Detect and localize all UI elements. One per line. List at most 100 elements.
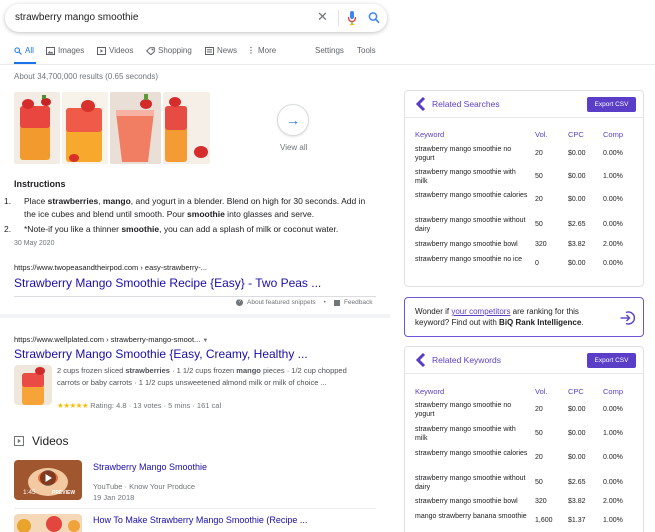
tab-tools[interactable]: Tools bbox=[357, 46, 376, 55]
video-thumbnail[interactable]: 1:45 PREVIEW bbox=[14, 460, 82, 500]
volume-cell: 320 bbox=[535, 241, 547, 248]
volume-cell: 320 bbox=[535, 498, 547, 505]
divider bbox=[0, 64, 655, 65]
feedback-link[interactable]: Feedback bbox=[344, 299, 373, 306]
tab-images[interactable]: Images bbox=[46, 46, 84, 55]
videos-heading: Videos bbox=[14, 434, 68, 448]
keyword-link[interactable]: mango strawberry banana smoothie bbox=[415, 513, 530, 522]
divider bbox=[405, 373, 643, 374]
tab-all[interactable]: All bbox=[14, 46, 34, 55]
volume-cell: 20 bbox=[535, 150, 543, 157]
biq-logo-icon bbox=[415, 353, 426, 367]
cpc-cell: $2.65 bbox=[568, 221, 586, 228]
search-icon[interactable] bbox=[368, 11, 380, 25]
snippet-steps: 1. Place strawberries, mango, and yogurt … bbox=[4, 195, 374, 236]
video-title-link[interactable]: Strawberry Mango Smoothie bbox=[93, 462, 207, 472]
keyword-link[interactable]: strawberry mango smoothie bowl bbox=[415, 498, 535, 507]
section-divider bbox=[0, 314, 390, 318]
tab-label: Videos bbox=[109, 46, 134, 55]
column-header: Keyword bbox=[415, 130, 445, 139]
keyword-link[interactable]: strawberry mango smoothie calories bbox=[415, 192, 530, 201]
arrow-right-icon: → bbox=[286, 112, 300, 128]
keyword-link[interactable]: strawberry mango smoothie calories bbox=[415, 450, 530, 459]
mic-icon[interactable] bbox=[347, 10, 357, 26]
result-title-link[interactable]: Strawberry Mango Smoothie Recipe {Easy} … bbox=[14, 276, 321, 290]
column-header: Vol. bbox=[535, 130, 548, 139]
keyword-link[interactable]: strawberry mango smoothie no ice bbox=[415, 256, 530, 265]
keyword-link[interactable]: strawberry mango smoothie without dairy bbox=[415, 475, 530, 492]
panel-header: Related Searches Export CSV bbox=[405, 91, 643, 117]
feedback-icon bbox=[333, 299, 340, 306]
image-result[interactable] bbox=[163, 92, 210, 164]
column-header: CPC bbox=[568, 130, 584, 139]
video-icon bbox=[14, 436, 24, 446]
tab-label: Shopping bbox=[158, 46, 192, 55]
cpc-cell: $0.00 bbox=[568, 196, 586, 203]
tab-label: All bbox=[25, 46, 34, 55]
keyword-link[interactable]: strawberry mango smoothie no yogurt bbox=[415, 146, 530, 163]
volume-cell: 50 bbox=[535, 221, 543, 228]
tab-label: Settings bbox=[315, 46, 344, 55]
image-result[interactable] bbox=[62, 92, 108, 164]
snippet-heading: Instructions bbox=[14, 179, 66, 189]
chevron-down-icon[interactable]: ▼ bbox=[202, 338, 208, 344]
snippet-footer: ? About featured snippets • Feedback bbox=[236, 299, 373, 306]
related-keywords-panel: Related Keywords Export CSV Keyword Vol.… bbox=[404, 346, 644, 532]
video-source: YouTube · Know Your Produce bbox=[93, 482, 196, 491]
image-result[interactable] bbox=[14, 92, 60, 164]
video-title-link[interactable]: How To Make Strawberry Mango Smoothie (R… bbox=[93, 515, 307, 525]
column-header: Keyword bbox=[415, 387, 445, 396]
tab-shopping[interactable]: Shopping bbox=[146, 46, 192, 55]
keyword-link[interactable]: strawberry mango smoothie bowl bbox=[415, 241, 535, 250]
panel-title: Related Keywords bbox=[432, 355, 501, 365]
video-thumbnail[interactable] bbox=[14, 514, 82, 532]
comp-cell: 2.00% bbox=[603, 498, 623, 505]
volume-cell: 50 bbox=[535, 173, 543, 180]
keyword-link[interactable]: strawberry mango smoothie no yogurt bbox=[415, 402, 530, 419]
tab-label: News bbox=[217, 46, 238, 55]
tab-news[interactable]: News bbox=[205, 46, 237, 55]
close-icon[interactable]: ✕ bbox=[317, 10, 328, 24]
result-url[interactable]: https://www.wellplated.com › strawberry-… bbox=[14, 335, 208, 344]
keyword-link[interactable]: strawberry mango smoothie with milk bbox=[415, 426, 530, 443]
result-url[interactable]: https://www.twopeasandtheirpod.com › eas… bbox=[14, 263, 207, 272]
rank-intelligence-promo[interactable]: Wonder if your competitors are ranking f… bbox=[404, 297, 644, 337]
tag-icon bbox=[146, 46, 155, 55]
help-icon: ? bbox=[236, 299, 243, 306]
column-header: Vol. bbox=[535, 387, 548, 396]
keyword-link[interactable]: strawberry mango smoothie with milk bbox=[415, 169, 530, 186]
volume-cell: 50 bbox=[535, 479, 543, 486]
export-csv-button[interactable]: Export CSV bbox=[587, 97, 636, 112]
volume-cell: 50 bbox=[535, 430, 543, 437]
dots-icon: ⋮ bbox=[247, 46, 255, 55]
export-csv-button[interactable]: Export CSV bbox=[587, 353, 636, 368]
cpc-cell: $0.00 bbox=[568, 430, 586, 437]
tab-settings[interactable]: Settings bbox=[315, 46, 344, 55]
result-title-link[interactable]: Strawberry Mango Smoothie {Easy, Creamy,… bbox=[14, 347, 308, 361]
step-item: 2. *Note-if you like a thinner smoothie, … bbox=[4, 224, 339, 234]
tab-label: Tools bbox=[357, 46, 376, 55]
column-header: Comp bbox=[603, 387, 624, 396]
comp-cell: 1.00% bbox=[603, 430, 623, 437]
login-arrow-icon[interactable] bbox=[619, 310, 635, 326]
keyword-link[interactable]: strawberry mango smoothie without dairy bbox=[415, 217, 530, 234]
comp-cell: 1.00% bbox=[603, 173, 623, 180]
tab-videos[interactable]: Videos bbox=[97, 46, 133, 55]
view-all-button[interactable]: → bbox=[277, 104, 309, 136]
result-thumbnail[interactable] bbox=[14, 365, 52, 405]
comp-cell: 0.00% bbox=[603, 150, 623, 157]
competitors-link[interactable]: your competitors bbox=[451, 307, 510, 316]
related-searches-panel: Related Searches Export CSV Keyword Vol.… bbox=[404, 90, 644, 287]
tab-more[interactable]: ⋮ More bbox=[247, 46, 276, 55]
volume-cell: 20 bbox=[535, 406, 543, 413]
result-snippet: 2 cups frozen sliced strawberries · 1 1/… bbox=[57, 366, 347, 387]
view-all-label[interactable]: View all bbox=[280, 143, 307, 152]
snippet-date: 30 May 2020 bbox=[14, 240, 55, 247]
cpc-cell: $0.00 bbox=[568, 173, 586, 180]
preview-badge: PREVIEW bbox=[52, 490, 76, 496]
image-result[interactable] bbox=[110, 92, 161, 164]
search-box[interactable]: strawberry mango smoothie ✕ bbox=[5, 4, 387, 32]
search-input[interactable]: strawberry mango smoothie bbox=[15, 12, 138, 23]
comp-cell: 2.00% bbox=[603, 241, 623, 248]
about-featured-snippets-link[interactable]: About featured snippets bbox=[247, 299, 316, 306]
